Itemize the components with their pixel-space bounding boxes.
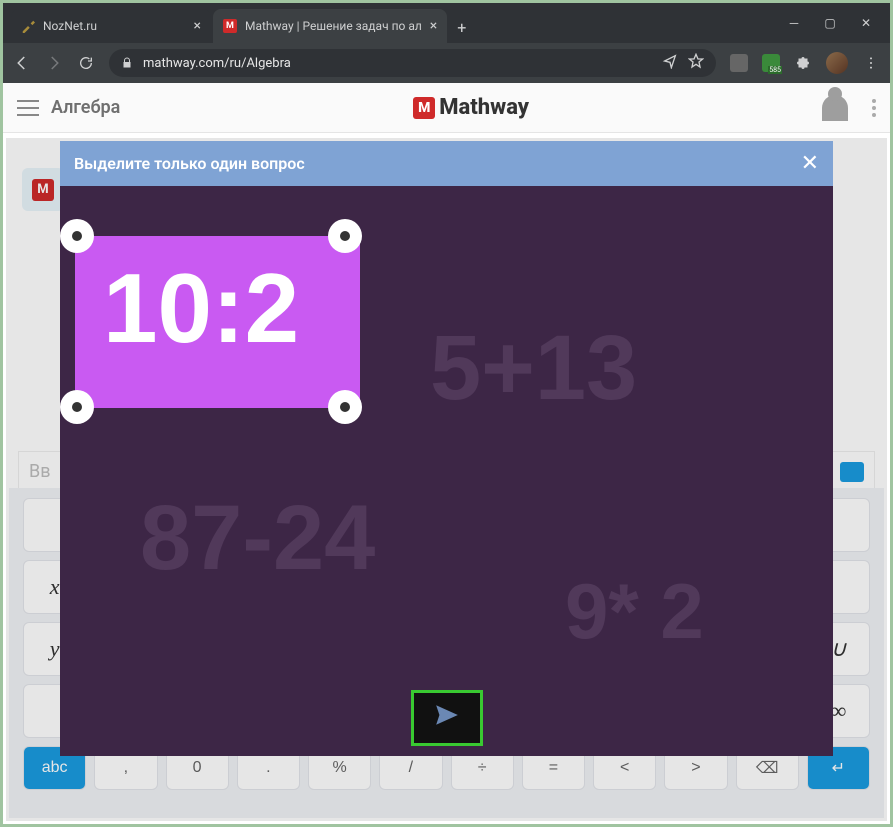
subject-label: Алгебра bbox=[51, 97, 120, 118]
selection-rectangle[interactable]: 10:2 bbox=[75, 236, 360, 408]
mathway-header: Алгебра M Mathway bbox=[3, 83, 890, 133]
crop-canvas[interactable]: 5+13 87-24 9* 2 10:2 bbox=[60, 186, 833, 756]
brand-text: Mathway bbox=[439, 95, 529, 120]
tab-noznet[interactable]: NozNet.ru × bbox=[11, 9, 211, 43]
mathway-logo[interactable]: M Mathway bbox=[413, 95, 529, 120]
forward-button[interactable] bbox=[45, 54, 63, 72]
send-icon bbox=[432, 701, 462, 736]
extension-icon[interactable] bbox=[730, 54, 748, 72]
crop-modal: Выделите только один вопрос ✕ 5+13 87-24… bbox=[60, 141, 833, 756]
crop-handle-top-right[interactable] bbox=[328, 219, 362, 253]
selected-expression: 10:2 bbox=[103, 252, 299, 365]
extensions-button-icon[interactable] bbox=[794, 54, 812, 72]
close-window-button[interactable]: ✕ bbox=[860, 16, 872, 30]
close-tab-icon[interactable]: × bbox=[194, 18, 201, 34]
window-controls: ─ ▢ ✕ bbox=[788, 16, 882, 30]
url-text: mathway.com/ru/Algebra bbox=[143, 56, 291, 71]
profile-icon[interactable] bbox=[822, 95, 848, 121]
back-button[interactable] bbox=[13, 54, 31, 72]
reload-button[interactable] bbox=[77, 54, 95, 72]
star-icon[interactable] bbox=[688, 53, 704, 73]
logo-icon: M bbox=[413, 97, 435, 119]
chat-avatar: M bbox=[22, 168, 64, 211]
modal-header: Выделите только один вопрос ✕ bbox=[60, 141, 833, 186]
crop-handle-bottom-left[interactable] bbox=[60, 390, 94, 424]
crop-handle-top-left[interactable] bbox=[60, 219, 94, 253]
camera-button-icon[interactable] bbox=[840, 462, 864, 482]
modal-title: Выделите только один вопрос bbox=[74, 154, 305, 173]
tab-title: Mathway | Решение задач по ал bbox=[245, 19, 422, 33]
new-tab-button[interactable]: + bbox=[457, 18, 466, 43]
extension-icon[interactable]: 585 bbox=[762, 54, 780, 72]
maximize-button[interactable]: ▢ bbox=[824, 16, 836, 30]
account-icon[interactable] bbox=[826, 52, 848, 74]
address-bar: mathway.com/ru/Algebra 585 bbox=[3, 43, 890, 83]
logo-icon: M bbox=[32, 179, 54, 201]
mathway-favicon-icon: M bbox=[223, 19, 237, 33]
expression-text: 9* 2 bbox=[565, 566, 704, 657]
input-placeholder: Вв bbox=[29, 461, 51, 482]
expression-text: 5+13 bbox=[430, 316, 637, 421]
expression-text: 87-24 bbox=[140, 486, 375, 591]
wrench-icon bbox=[21, 19, 35, 33]
url-input[interactable]: mathway.com/ru/Algebra bbox=[109, 49, 716, 77]
crop-handle-bottom-right[interactable] bbox=[328, 390, 362, 424]
submit-crop-button[interactable] bbox=[411, 690, 483, 746]
more-menu-button[interactable] bbox=[872, 99, 876, 117]
tab-strip: NozNet.ru × M Mathway | Решение задач по… bbox=[11, 3, 466, 43]
window-titlebar: NozNet.ru × M Mathway | Решение задач по… bbox=[3, 3, 890, 43]
extension-area: 585 bbox=[730, 52, 880, 74]
menu-button[interactable] bbox=[17, 100, 39, 116]
close-modal-button[interactable]: ✕ bbox=[801, 151, 819, 176]
tab-title: NozNet.ru bbox=[43, 19, 97, 33]
minimize-button[interactable]: ─ bbox=[788, 16, 800, 30]
chrome-menu-button[interactable] bbox=[862, 54, 880, 72]
lock-icon bbox=[121, 57, 133, 69]
share-icon[interactable] bbox=[662, 53, 678, 73]
tab-mathway[interactable]: M Mathway | Решение задач по ал × bbox=[213, 9, 447, 43]
close-tab-icon[interactable]: × bbox=[430, 18, 437, 34]
